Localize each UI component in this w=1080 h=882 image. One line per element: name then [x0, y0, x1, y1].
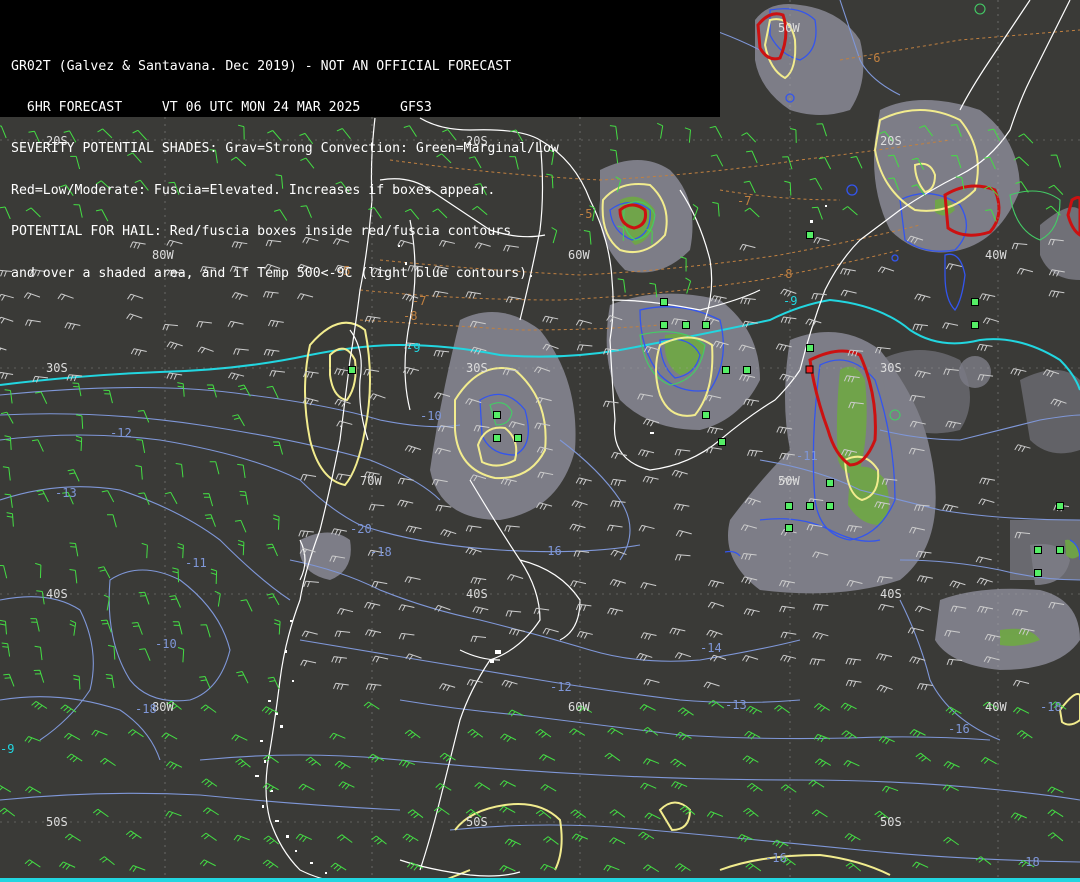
- hail-box: [722, 366, 730, 374]
- label-minus14: -14: [700, 641, 722, 655]
- hail-box: [806, 344, 814, 352]
- lon-label-70w: 70W: [360, 474, 382, 488]
- hail-box: [806, 502, 814, 510]
- lon-label-50w-top: 50W: [778, 21, 800, 35]
- lon-label-40w-south: 40W: [985, 700, 1007, 714]
- hail-box-red: [805, 365, 814, 374]
- lat-label-40s-center: 40S: [466, 587, 488, 601]
- hail-box: [1034, 546, 1042, 554]
- lat-label-30s-center: 30S: [466, 361, 488, 375]
- hail-box: [660, 298, 668, 306]
- lat-label-30s-east: 30S: [880, 361, 902, 375]
- hail-box: [702, 321, 710, 329]
- hail-box: [493, 411, 501, 419]
- hail-box: [826, 502, 834, 510]
- label-minus8-east: -8: [778, 267, 792, 281]
- label-minus9-southwest: -9: [0, 742, 14, 756]
- hail-box: [743, 366, 751, 374]
- hail-box: [682, 321, 690, 329]
- lon-label-50w: 50W: [778, 474, 800, 488]
- label-minus16-center: -16: [540, 544, 562, 558]
- hail-box: [785, 524, 793, 532]
- label-minus11-east: -11: [796, 449, 818, 463]
- legend-line-4: Red=Low/Moderate: Fuscia=Elevated. Incre…: [11, 182, 496, 198]
- lat-label-40s-east: 40S: [880, 587, 902, 601]
- label-minus20: -20: [350, 522, 372, 536]
- label-minus7-west: -7: [412, 294, 426, 308]
- lon-label-40w-north: 40W: [985, 248, 1007, 262]
- hail-box: [971, 321, 979, 329]
- label-minus12-west: -12: [110, 426, 132, 440]
- label-minus16-south: -16: [765, 851, 787, 865]
- label-minus8-west: -8: [403, 309, 417, 323]
- hail-box: [702, 411, 710, 419]
- hail-box: [718, 438, 726, 446]
- label-minus16-east: -16: [948, 722, 970, 736]
- label-minus9-center: -9: [406, 341, 420, 355]
- bottom-cyan-bar: [0, 878, 1080, 882]
- legend-line-6: and over a shaded area, and if Temp 500<…: [11, 265, 536, 281]
- label-minus10-center: -10: [420, 409, 442, 423]
- label-minus9-east: -9: [783, 294, 797, 308]
- legend-line-5: POTENTIAL FOR HAIL: Red/fuscia boxes ins…: [11, 224, 512, 240]
- hail-box: [1056, 502, 1064, 510]
- hail-box: [826, 479, 834, 487]
- hail-box: [493, 434, 501, 442]
- label-minus10: -10: [155, 637, 177, 651]
- hail-box: [785, 502, 793, 510]
- hail-box: [348, 366, 356, 374]
- label-minus18-southeast: -18: [1018, 855, 1040, 869]
- lat-label-20s-east: 20S: [880, 134, 902, 148]
- lon-label-60w-south: 60W: [568, 700, 590, 714]
- label-minus6-north: -6: [866, 51, 880, 65]
- label-minus12-south: -12: [550, 680, 572, 694]
- label-minus18-west: -18: [135, 702, 157, 716]
- label-minus13-west: -13: [55, 486, 77, 500]
- legend-line-2: 6HR FORECAST VT 06 UTC MON 24 MAR 2025 G…: [11, 99, 432, 115]
- label-minus11-west: -11: [185, 556, 207, 570]
- forecast-legend-header: GR02T (Galvez & Santavana. Dec 2019) - N…: [0, 0, 720, 280]
- hail-box: [971, 298, 979, 306]
- label-minus7-east: -7: [737, 194, 751, 208]
- lat-label-50s-west: 50S: [46, 815, 68, 829]
- hail-box: [806, 231, 814, 239]
- legend-line-1: GR02T (Galvez & Santavana. Dec 2019) - N…: [11, 58, 512, 74]
- lat-label-50s-east: 50S: [880, 815, 902, 829]
- label-minus18-center: -18: [370, 545, 392, 559]
- lat-label-50s-center: 50S: [466, 815, 488, 829]
- label-minus18-east: -18: [1040, 700, 1062, 714]
- hail-box: [1034, 569, 1042, 577]
- hail-box: [1056, 546, 1064, 554]
- label-minus13-south: -13: [725, 698, 747, 712]
- lat-label-40s-west: 40S: [46, 587, 68, 601]
- lat-label-30s-west: 30S: [46, 361, 68, 375]
- legend-line-3: SEVERITY POTENTIAL SHADES: Grav=Strong C…: [11, 141, 559, 157]
- hail-box: [514, 434, 522, 442]
- hail-box: [660, 321, 668, 329]
